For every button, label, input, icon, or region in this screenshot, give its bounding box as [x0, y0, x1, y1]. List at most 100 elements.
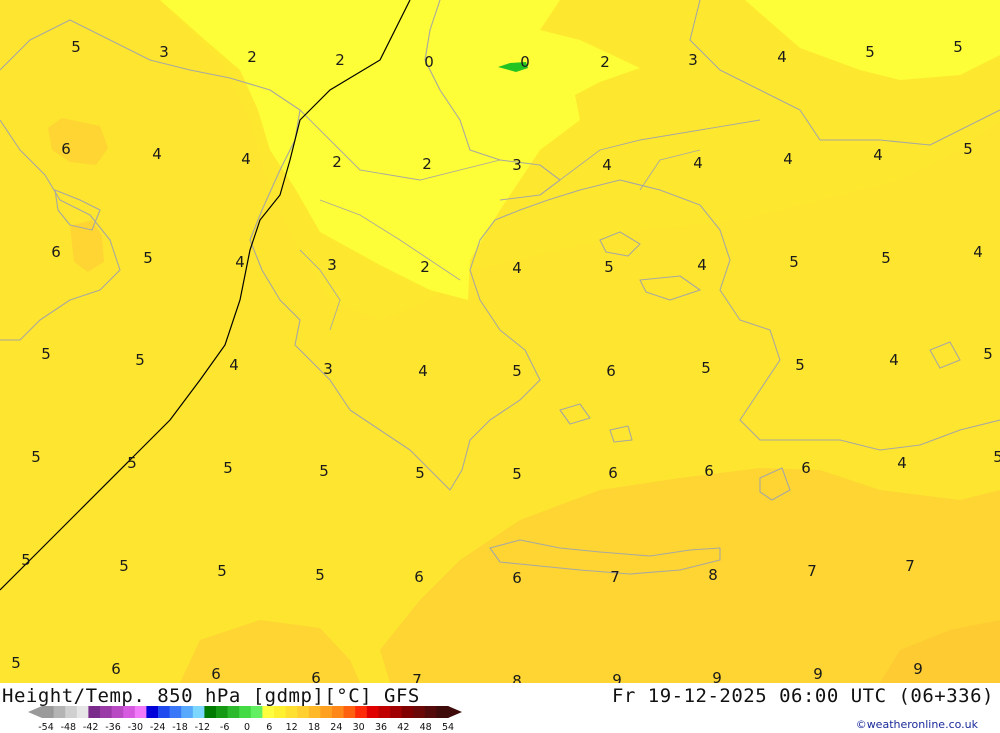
temp-value: 4: [697, 256, 707, 274]
temp-value: 5: [31, 448, 41, 466]
legend-tick-label: -6: [220, 722, 229, 732]
temp-value: 2: [335, 51, 345, 69]
temp-value: 5: [21, 551, 31, 569]
temp-value: 5: [223, 459, 233, 477]
map-footer: Height/Temp. 850 hPa [gdmp][°C] GFS Fr 1…: [0, 683, 1000, 733]
weather-map-view: 5322002345564422344445654324545545543456…: [0, 0, 1000, 733]
temp-value: 3: [327, 256, 337, 274]
temp-value: 7: [807, 562, 817, 580]
legend-tick-label: 6: [266, 722, 272, 732]
legend-swatch: [146, 706, 159, 718]
temp-value: 4: [783, 150, 793, 168]
temp-value: 2: [332, 153, 342, 171]
legend-swatch: [192, 706, 205, 718]
legend-tick-label: 42: [397, 722, 409, 732]
legend-tick-label: -18: [172, 722, 188, 732]
temp-value: 4: [229, 356, 239, 374]
legend-swatch: [76, 706, 89, 718]
temp-value: 5: [789, 253, 799, 271]
temp-value: 9: [612, 671, 622, 683]
credit-link[interactable]: ©weatheronline.co.uk: [856, 718, 978, 731]
temp-value: 5: [71, 38, 81, 56]
temp-value: 5: [127, 454, 137, 472]
temp-value: 6: [608, 464, 618, 482]
temp-value: 4: [897, 454, 907, 472]
temp-value: 5: [983, 345, 993, 363]
legend-swatch: [401, 706, 414, 718]
temp-value: 5: [795, 356, 805, 374]
legend-arrow-right: [448, 706, 462, 718]
legend-swatch: [123, 706, 136, 718]
temp-value: 4: [241, 150, 251, 168]
legend-swatch: [134, 706, 147, 718]
temp-value: 3: [323, 360, 333, 378]
legend-tick-label: -54: [38, 722, 54, 732]
legend-swatch: [65, 706, 78, 718]
legend-swatch: [413, 706, 426, 718]
temperature-map[interactable]: 5 3 2 2 0 0 2 3 4 5 5 6 4 4 2 2 3 4 4 4 4 5 6 5 4 3 2 4 5 4 5 5 4 5 5 4 3 4 5 6…: [0, 0, 1000, 683]
temp-value: 7: [412, 671, 422, 683]
legend-swatch: [436, 706, 449, 718]
legend-tick-label: 0: [244, 722, 250, 732]
temp-value: 5: [512, 362, 522, 380]
temp-value: 5: [319, 462, 329, 480]
legend-swatch: [216, 706, 229, 718]
map-title: Height/Temp. 850 hPa [gdmp][°C] GFS: [2, 685, 420, 707]
legend-swatch: [53, 706, 66, 718]
temp-value: 6: [606, 362, 616, 380]
legend-swatch: [111, 706, 124, 718]
temp-value: 2: [247, 48, 257, 66]
temp-value: 4: [512, 259, 522, 277]
temp-value: 4: [973, 243, 983, 261]
temp-value: 9: [712, 669, 722, 683]
temp-value: 3: [512, 156, 522, 174]
temp-value: 6: [512, 569, 522, 587]
temp-value: 7: [610, 568, 620, 586]
temp-value: 6: [61, 140, 71, 158]
legend-swatch: [204, 706, 217, 718]
temp-value: 6: [211, 665, 221, 683]
temp-value: 5: [415, 464, 425, 482]
temp-value: 6: [414, 568, 424, 586]
temp-value: 9: [913, 660, 923, 678]
temp-value: 2: [422, 155, 432, 173]
legend-swatch: [250, 706, 263, 718]
temp-value: 5: [953, 38, 963, 56]
legend-tick-label: 30: [353, 722, 365, 732]
temp-value: 2: [420, 258, 430, 276]
color-legend: -54 -48 -42 -36 -30 -24 -18 -12 -6 0 6 12 18 24 30 36 42…: [28, 706, 462, 732]
temp-value: 5: [119, 557, 129, 575]
temp-value: 4: [602, 156, 612, 174]
temp-value: 6: [51, 243, 61, 261]
legend-swatch: [158, 706, 171, 718]
temp-value: 4: [873, 146, 883, 164]
legend-swatch: [424, 706, 437, 718]
temp-value: 6: [704, 462, 714, 480]
temp-value: 5: [993, 448, 1000, 466]
legend-tick-label: 12: [286, 722, 298, 732]
temp-value: 5: [41, 345, 51, 363]
temp-value: 4: [235, 253, 245, 271]
temp-value: 0: [520, 53, 530, 71]
legend-swatch: [320, 706, 333, 718]
temp-value: 4: [152, 145, 162, 163]
legend-tick-label: -48: [61, 722, 77, 732]
legend-tick-label: -24: [150, 722, 166, 732]
legend-swatch: [181, 706, 194, 718]
temp-value: 5: [512, 465, 522, 483]
temp-value: 4: [418, 362, 428, 380]
temp-value: 5: [135, 351, 145, 369]
temp-value: 4: [777, 48, 787, 66]
temp-value: 2: [600, 53, 610, 71]
legend-tick-label: 48: [420, 722, 432, 732]
temp-value: 8: [708, 566, 718, 584]
legend-swatch: [390, 706, 403, 718]
temp-value: 5: [315, 566, 325, 584]
legend-swatch: [378, 706, 391, 718]
forecast-timestamp: Fr 19-12-2025 06:00 UTC (06+336): [611, 685, 994, 707]
legend-arrow-left: [28, 706, 42, 718]
legend-tick-label: -30: [128, 722, 144, 732]
temp-value: 5: [881, 249, 891, 267]
legend-swatch: [308, 706, 321, 718]
legend-swatch: [42, 706, 55, 718]
